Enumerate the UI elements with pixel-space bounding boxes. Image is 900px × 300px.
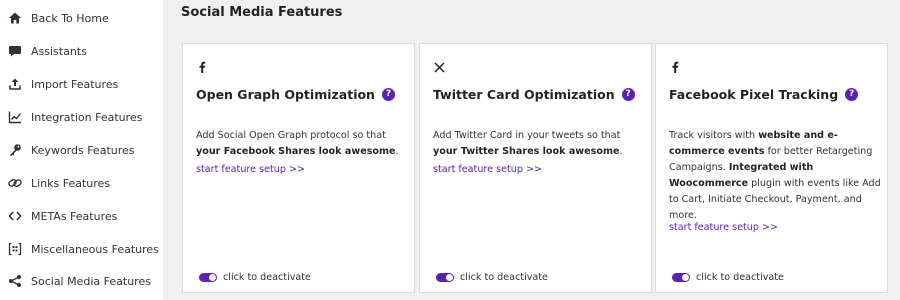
card-title: Open Graph Optimization ?	[196, 87, 395, 102]
card-desc-text: .	[619, 146, 623, 157]
help-icon[interactable]: ?	[845, 88, 859, 101]
key-icon	[8, 143, 22, 157]
brackets-grid-icon	[8, 242, 22, 256]
sidebar-item-label: Social Media Features	[31, 274, 151, 288]
toggle-label[interactable]: click to deactivate	[696, 272, 784, 283]
help-icon-glyph: ?	[385, 89, 392, 99]
sidebar-item-label: Import Features	[31, 77, 119, 91]
toggle-row: click to deactivate	[436, 272, 548, 283]
sidebar-item-label: Integration Features	[31, 110, 143, 124]
toggle-row: click to deactivate	[672, 272, 784, 283]
toggle-row: click to deactivate	[199, 272, 311, 283]
card-title: Facebook Pixel Tracking ?	[669, 87, 859, 102]
card-title-text: Open Graph Optimization	[196, 87, 375, 102]
x-twitter-icon	[432, 60, 446, 74]
feature-card-twitter-card: Twitter Card Optimization ? Add Twitter …	[419, 43, 652, 293]
facebook-icon	[195, 60, 209, 74]
help-icon-glyph: ?	[849, 89, 855, 99]
sidebar-item-integration-features[interactable]: Integration Features	[0, 102, 163, 132]
card-title: Twitter Card Optimization ?	[433, 87, 635, 102]
sidebar-item-miscellaneous-features[interactable]: Miscellaneous Features	[0, 234, 163, 264]
sidebar: Back To Home Assistants Import Features …	[0, 0, 163, 300]
sidebar-item-social-media-features[interactable]: Social Media Features	[0, 266, 163, 296]
toggle-label[interactable]: click to deactivate	[223, 272, 311, 283]
toggle-knob	[446, 274, 453, 281]
card-description: Track visitors with website and e-commer…	[669, 128, 881, 224]
toggle-knob	[209, 274, 216, 281]
line-chart-icon	[8, 110, 22, 124]
help-icon[interactable]: ?	[621, 88, 635, 101]
card-title-text: Facebook Pixel Tracking	[669, 87, 839, 102]
code-icon	[8, 209, 22, 223]
feature-toggle[interactable]	[199, 273, 217, 282]
main-content: Social Media Features Open Graph Optimiz…	[163, 0, 900, 300]
start-feature-setup-link[interactable]: start feature setup >>	[669, 222, 778, 233]
toggle-label[interactable]: click to deactivate	[460, 272, 548, 283]
sidebar-item-metas-features[interactable]: METAs Features	[0, 201, 163, 231]
sidebar-item-assistants[interactable]: Assistants	[0, 36, 163, 66]
help-icon-glyph: ?	[625, 89, 631, 99]
card-description: Add Social Open Graph protocol so that y…	[196, 128, 408, 160]
card-desc-highlight: your Facebook Shares look awesome	[196, 146, 396, 157]
sidebar-item-links-features[interactable]: Links Features	[0, 168, 163, 198]
feature-toggle[interactable]	[436, 273, 454, 282]
sidebar-item-keywords-features[interactable]: Keywords Features	[0, 135, 163, 165]
toggle-knob	[682, 274, 689, 281]
card-title-text: Twitter Card Optimization	[433, 87, 615, 102]
facebook-icon	[668, 60, 682, 74]
start-feature-setup-link[interactable]: start feature setup >>	[433, 164, 542, 175]
sidebar-item-label: Miscellaneous Features	[31, 242, 159, 256]
sidebar-item-label: Links Features	[31, 176, 111, 190]
sidebar-item-label: Keywords Features	[31, 143, 135, 157]
start-feature-setup-link[interactable]: start feature setup >>	[196, 164, 305, 175]
feature-card-open-graph: Open Graph Optimization ? Add Social Ope…	[182, 43, 415, 293]
sidebar-item-import-features[interactable]: Import Features	[0, 69, 163, 99]
sidebar-item-label: METAs Features	[31, 209, 118, 223]
card-description: Add Twitter Card in your tweets so that …	[433, 128, 645, 160]
help-icon[interactable]: ?	[381, 88, 395, 101]
sidebar-item-label: Back To Home	[31, 11, 109, 25]
sidebar-item-label: Assistants	[31, 44, 87, 58]
page-title: Social Media Features	[181, 5, 343, 20]
card-desc-text: .	[395, 146, 399, 157]
upload-icon	[8, 77, 22, 91]
card-desc-text: Add Twitter Card in your tweets so that	[433, 130, 621, 141]
share-icon	[8, 274, 22, 288]
chat-bubble-icon	[8, 44, 22, 58]
card-desc-text: Track visitors with	[669, 130, 759, 141]
home-icon	[8, 11, 22, 25]
card-desc-highlight: your Twitter Shares look awesome	[433, 146, 620, 157]
card-desc-text: Add Social Open Graph protocol so that	[196, 130, 386, 141]
sidebar-item-back-to-home[interactable]: Back To Home	[0, 3, 163, 33]
feature-card-facebook-pixel: Facebook Pixel Tracking ? Track visitors…	[655, 43, 888, 293]
link-icon	[8, 176, 22, 190]
feature-toggle[interactable]	[672, 273, 690, 282]
